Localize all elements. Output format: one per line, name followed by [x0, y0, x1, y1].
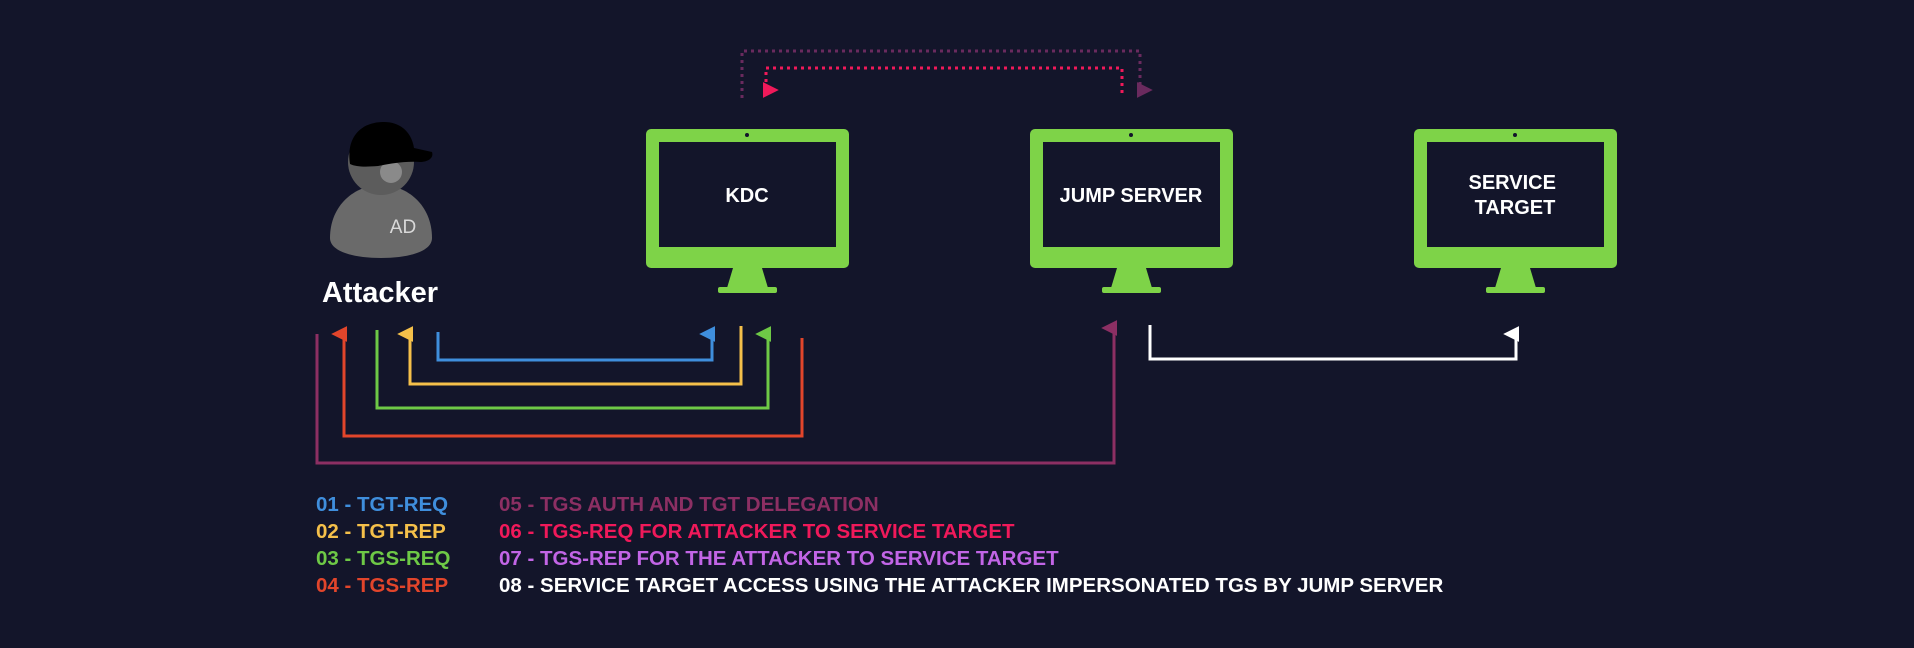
kdc-camera-dot: [745, 133, 749, 137]
service-target-node: SERVICE TARGET: [1414, 129, 1617, 293]
attacker-badge: AD: [390, 217, 416, 238]
arrow-02-tgt-rep: [397, 326, 743, 386]
arrow-06-tgs-req-dotted: [762, 66, 1124, 98]
legend-step-05: 05 - TGS AUTH AND TGT DELEGATION: [499, 493, 879, 516]
jump-server-camera-dot: [1129, 133, 1133, 137]
kdc-node: KDC: [646, 129, 849, 293]
attacker-label: Attacker: [322, 277, 438, 309]
service-target-camera-dot: [1513, 133, 1517, 137]
legend-step-02: 02 - TGT-REP: [316, 520, 446, 543]
service-target-monitor-screen: [1427, 142, 1604, 247]
legend-step-03: 03 - TGS-REQ: [316, 547, 451, 570]
attacker-node: AD Attacker: [322, 122, 438, 309]
jump-server-monitor-stand: [1111, 268, 1152, 288]
cap-icon: [349, 122, 433, 167]
legend-step-07: 07 - TGS-REP FOR THE ATTACKER TO SERVICE…: [499, 547, 1059, 570]
attacker-body: [330, 185, 432, 258]
legend-step-06: 06 - TGS-REQ FOR ATTACKER TO SERVICE TAR…: [499, 520, 1015, 543]
arrow-07-tgs-rep-dotted: [740, 49, 1153, 98]
kdc-monitor-base: [718, 287, 777, 293]
service-target-monitor-stand: [1495, 268, 1536, 288]
kdc-monitor-stand: [727, 268, 768, 288]
kdc-label: KDC: [725, 185, 768, 207]
arrow-01-tgt-req: [436, 326, 716, 362]
kerberos-delegation-diagram: AD Attacker KDC JUMP SERVER SERVICE TARG…: [0, 0, 1914, 648]
jump-server-monitor-base: [1102, 287, 1161, 293]
arrow-03-tgs-req: [375, 326, 772, 410]
legend-step-01: 01 - TGT-REQ: [316, 493, 449, 516]
service-target-label-line-1: SERVICE: [1468, 172, 1555, 194]
arrow-08-service-access: [1148, 325, 1520, 361]
jump-server-label: JUMP SERVER: [1060, 185, 1203, 207]
service-target-monitor-base: [1486, 287, 1545, 293]
legend-step-08: 08 - SERVICE TARGET ACCESS USING THE ATT…: [499, 574, 1444, 597]
jump-server-node: JUMP SERVER: [1030, 129, 1233, 293]
legend-right-column: 05 - TGS AUTH AND TGT DELEGATION 06 - TG…: [499, 491, 1443, 599]
service-target-label-line-2: TARGET: [1475, 197, 1556, 219]
legend-step-04: 04 - TGS-REP: [316, 574, 449, 597]
legend-left-column: 01 - TGT-REQ 02 - TGT-REP 03 - TGS-REQ 0…: [316, 491, 450, 599]
